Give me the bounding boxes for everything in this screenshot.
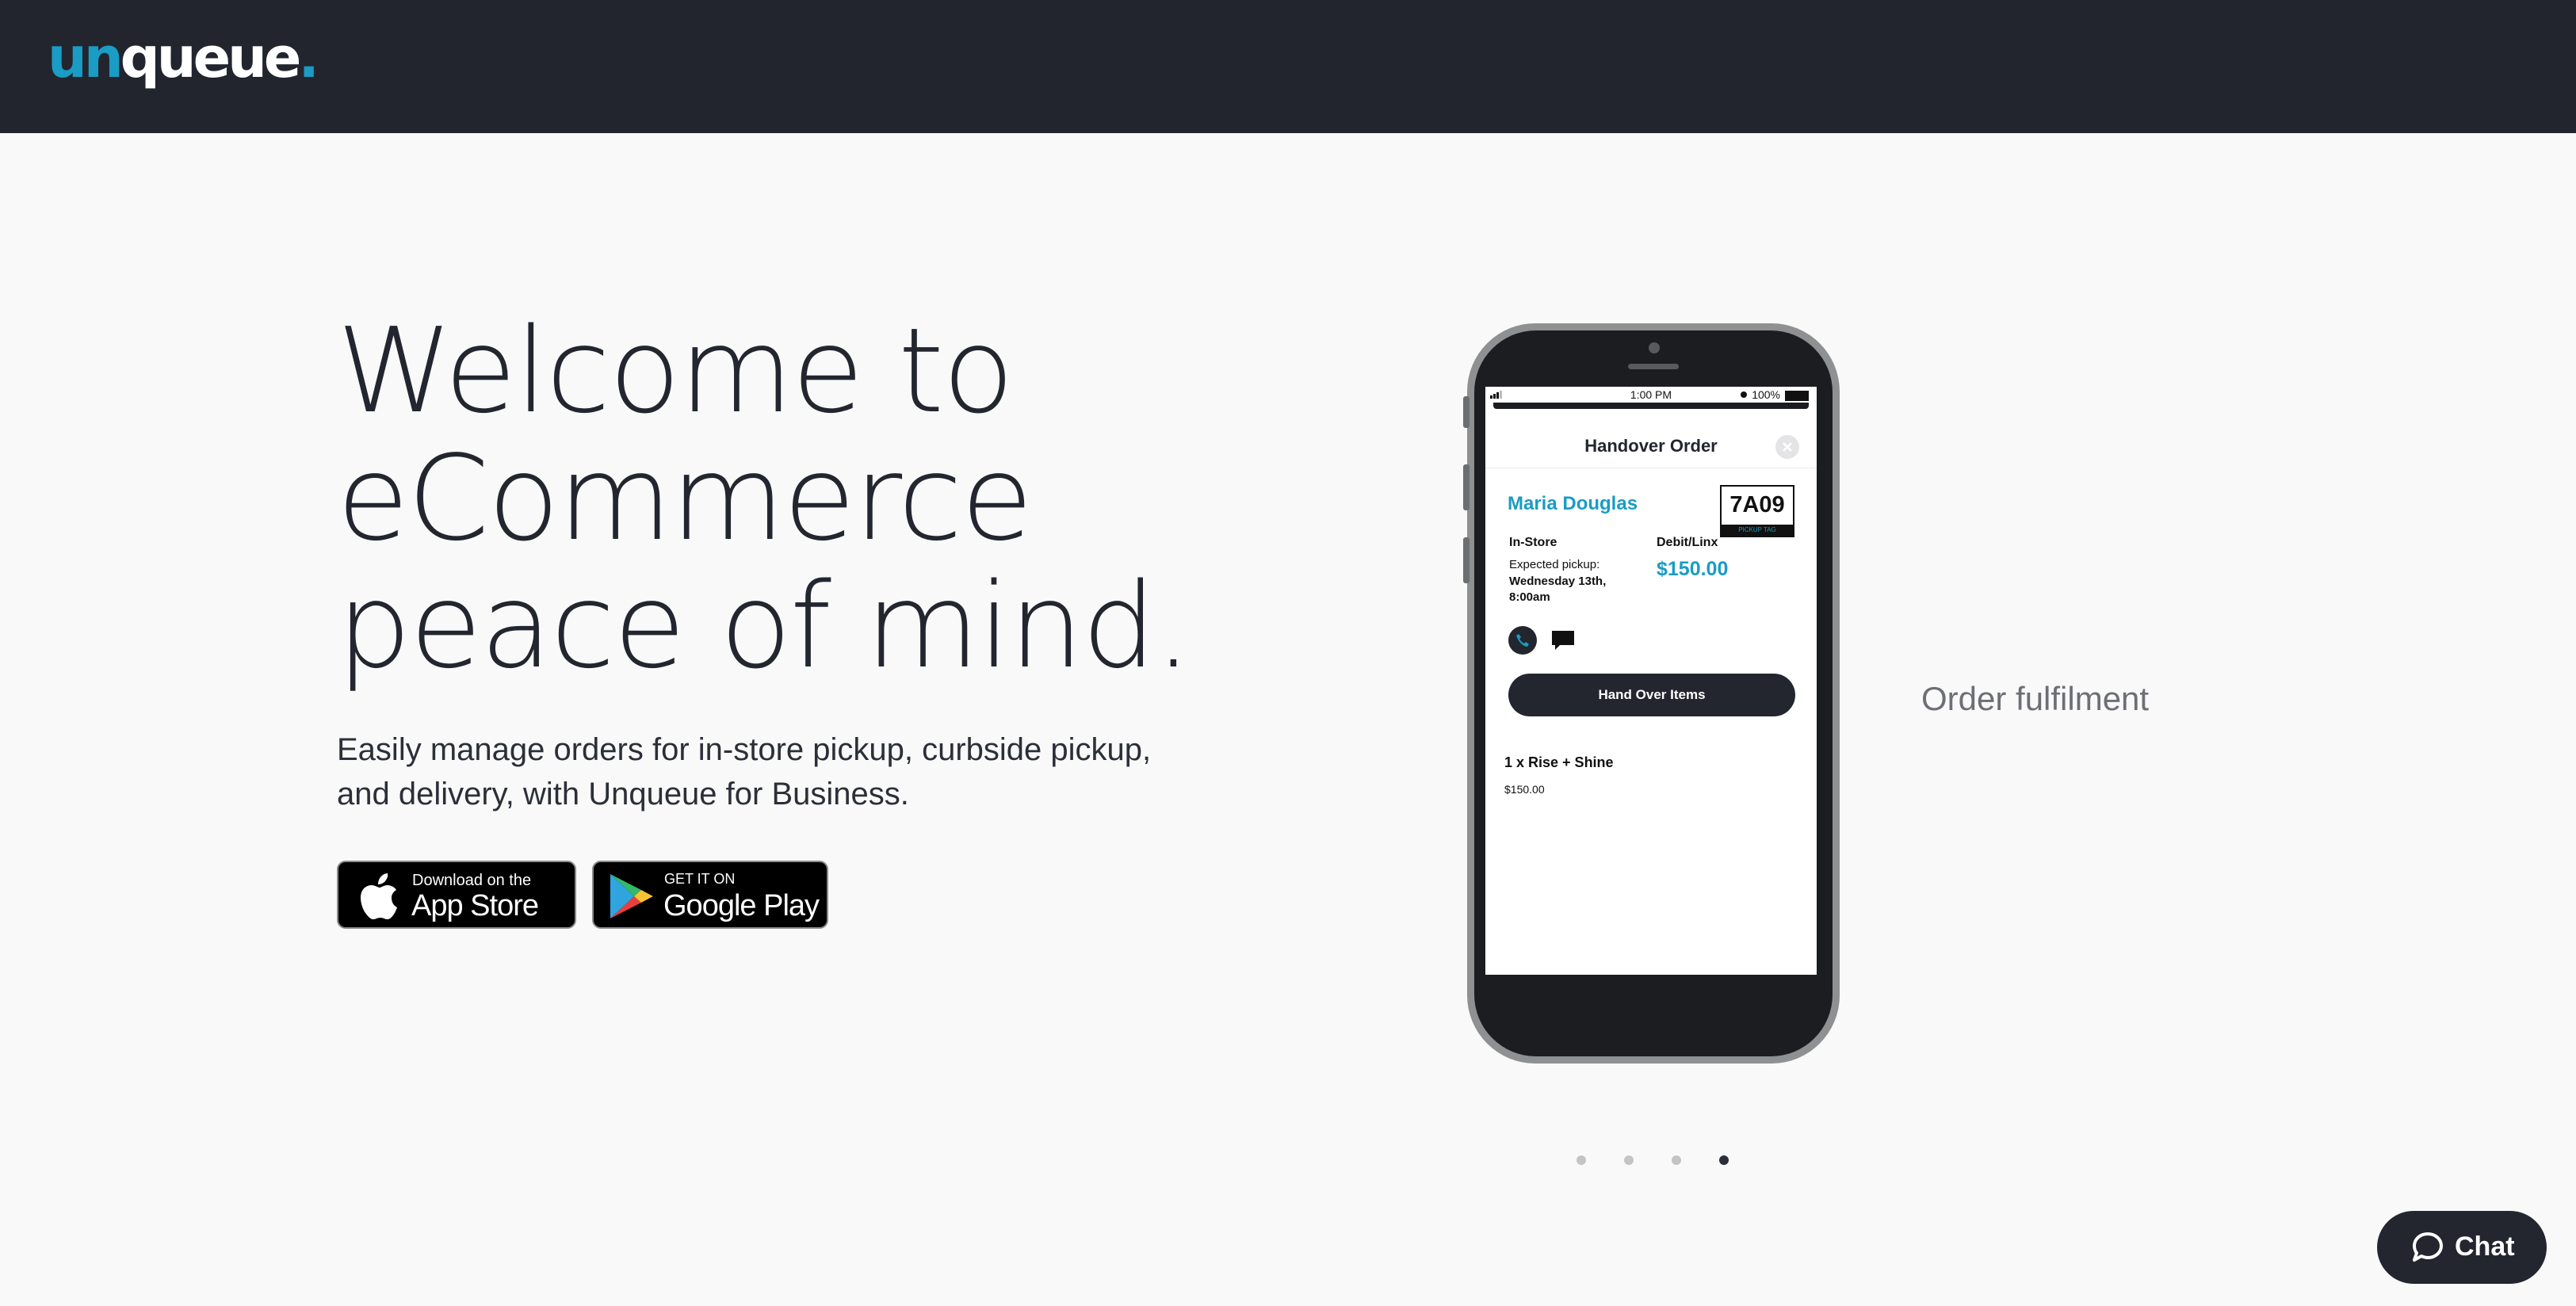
pickup-tag: 7A09 PICKUP TAG bbox=[1720, 485, 1794, 537]
carousel-dot-1[interactable] bbox=[1577, 1155, 1586, 1165]
headline-line-2: eCommerce bbox=[337, 430, 1033, 567]
app-store-large-text: App Store bbox=[411, 889, 539, 922]
unqueue-logo[interactable]: unqueue. bbox=[48, 30, 319, 86]
apple-icon bbox=[361, 873, 397, 919]
logo-part-queue: queue bbox=[120, 25, 302, 90]
hand-over-items-button[interactable]: Hand Over Items bbox=[1508, 674, 1795, 716]
subtitle-line-1: Easily manage orders for in-store pickup… bbox=[337, 732, 1152, 767]
close-icon bbox=[1783, 442, 1792, 452]
site-header: unqueue. bbox=[0, 0, 2576, 133]
slide-caption: Order fulfilment bbox=[1921, 680, 2150, 717]
message-icon bbox=[1552, 631, 1574, 650]
customer-name: Maria Douglas bbox=[1508, 493, 1638, 514]
app-store-button[interactable]: Download on the App Store bbox=[337, 861, 576, 929]
modal-title: Handover Order bbox=[1584, 436, 1718, 456]
google-play-button[interactable]: GET IT ON Google Play bbox=[592, 861, 828, 929]
expected-pickup-value: Wednesday 13th, 8:00am bbox=[1509, 575, 1607, 604]
pickup-tag-code: 7A09 bbox=[1729, 492, 1785, 517]
google-play-icon bbox=[610, 874, 653, 918]
order-item-name: 1 x Rise + Shine bbox=[1504, 754, 1614, 770]
phone-side-button bbox=[1463, 396, 1470, 428]
headline-line-3: peace of mind. bbox=[337, 558, 1192, 694]
close-button[interactable] bbox=[1775, 435, 1799, 459]
google-play-small-text: GET IT ON bbox=[664, 871, 736, 887]
phone-speaker bbox=[1628, 364, 1679, 369]
status-battery-text: 100% bbox=[1752, 388, 1780, 401]
chat-label: Chat bbox=[2455, 1232, 2515, 1262]
app-store-small-text: Download on the bbox=[412, 872, 532, 889]
hero-subtitle: Easily manage orders for in-store pickup… bbox=[337, 727, 1240, 816]
subtitle-line-2: and delivery, with Unqueue for Business. bbox=[337, 777, 909, 811]
expected-pickup-label: Expected pickup: bbox=[1509, 558, 1600, 571]
alarm-icon bbox=[1741, 391, 1747, 398]
logo-part-un: un bbox=[48, 25, 124, 90]
screen-top-strip bbox=[1493, 403, 1809, 409]
carousel-dot-4[interactable] bbox=[1719, 1155, 1729, 1165]
phone-camera bbox=[1649, 342, 1660, 353]
call-customer-button[interactable] bbox=[1508, 626, 1537, 655]
phone-icon bbox=[1516, 634, 1529, 647]
message-customer-button[interactable] bbox=[1550, 629, 1576, 651]
chat-bubble-icon bbox=[2413, 1232, 2443, 1262]
payment-method: Debit/Linx bbox=[1657, 536, 1718, 549]
google-play-large-text: Google Play bbox=[663, 889, 820, 922]
order-amount: $150.00 bbox=[1657, 558, 1729, 580]
carousel-dot-2[interactable] bbox=[1624, 1155, 1634, 1165]
chat-button[interactable]: Chat bbox=[2377, 1211, 2547, 1284]
carousel-dot-3[interactable] bbox=[1672, 1155, 1681, 1165]
logo-part-dot: . bbox=[298, 25, 319, 90]
battery-icon bbox=[1785, 391, 1809, 401]
phone-screen: 1:00 PM 100% Handover Order Maria Dougla… bbox=[1485, 387, 1817, 975]
phone-side-button bbox=[1463, 464, 1470, 510]
order-item-price: $150.00 bbox=[1504, 783, 1545, 796]
headline-line-1: Welcome to bbox=[337, 303, 1015, 439]
phone-side-button bbox=[1463, 537, 1470, 583]
pickup-tag-label: PICKUP TAG bbox=[1722, 525, 1793, 536]
status-bar: 1:00 PM 100% bbox=[1485, 387, 1817, 403]
fulfillment-method: In-Store bbox=[1509, 536, 1557, 549]
hero-headline: Welcome to eCommerce peace of mind. bbox=[337, 307, 1288, 690]
